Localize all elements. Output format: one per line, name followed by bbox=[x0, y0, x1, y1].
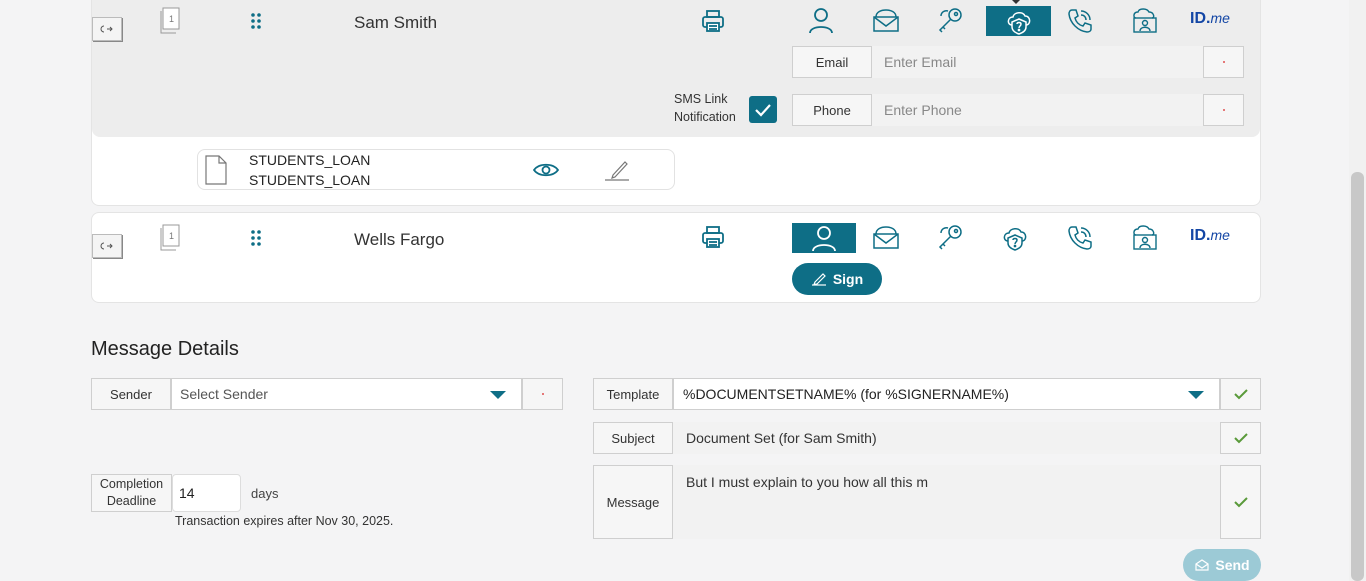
template-label: Template bbox=[593, 378, 673, 410]
phone-label: Phone bbox=[792, 94, 872, 126]
message-valid-indicator bbox=[1220, 465, 1261, 539]
days-label: days bbox=[251, 486, 279, 501]
scrollbar-thumb[interactable] bbox=[1351, 172, 1364, 581]
drag-handle-icon[interactable] bbox=[248, 228, 264, 248]
idme-me-text: me bbox=[1210, 227, 1230, 243]
sign-button[interactable]: Sign bbox=[792, 263, 882, 295]
completion-deadline-label: Completion Deadline bbox=[91, 474, 172, 512]
sender-select-value: Select Sender bbox=[180, 386, 268, 402]
subject-valid-indicator bbox=[1220, 422, 1261, 454]
send-button-label: Send bbox=[1215, 557, 1250, 573]
key-icon[interactable] bbox=[918, 5, 982, 35]
sender-required-indicator bbox=[522, 378, 563, 410]
checkmark-icon bbox=[755, 103, 771, 117]
check-icon bbox=[1233, 433, 1248, 444]
collapse-arrow-icon bbox=[100, 242, 113, 250]
check-icon bbox=[1233, 389, 1248, 400]
svg-text:1: 1 bbox=[169, 14, 174, 24]
email-label: Email bbox=[792, 46, 872, 78]
expires-text: Transaction expires after Nov 30, 2025. bbox=[175, 514, 394, 528]
sender-select[interactable]: Select Sender bbox=[171, 378, 522, 410]
key-icon[interactable] bbox=[918, 222, 982, 252]
eye-icon[interactable] bbox=[531, 158, 561, 182]
idme-icon[interactable]: ID.me bbox=[1190, 10, 1230, 28]
collapse-button[interactable] bbox=[92, 17, 122, 41]
pen-icon bbox=[811, 273, 826, 286]
person-icon[interactable] bbox=[792, 223, 856, 253]
subject-field[interactable]: Document Set (for Sam Smith) bbox=[673, 422, 1220, 454]
cloud-question-icon[interactable] bbox=[983, 222, 1047, 252]
phone-icon[interactable] bbox=[1048, 222, 1112, 252]
check-icon bbox=[1233, 497, 1248, 508]
template-select[interactable]: %DOCUMENTSETNAME% (for %SIGNERNAME%) bbox=[673, 378, 1220, 410]
completion-label-line1: Completion bbox=[99, 477, 164, 491]
sender-label: Sender bbox=[91, 378, 171, 410]
collapse-button-2[interactable] bbox=[92, 234, 122, 258]
idme-icon[interactable]: ID.me bbox=[1190, 227, 1230, 245]
sms-label-line1: SMS Link bbox=[674, 92, 728, 106]
print-icon[interactable] bbox=[699, 223, 727, 251]
document-name-line1: STUDENTS_LOAN bbox=[249, 152, 371, 168]
subject-label: Subject bbox=[593, 422, 673, 454]
send-button[interactable]: Send bbox=[1183, 549, 1261, 581]
document-icon bbox=[203, 155, 229, 185]
chevron-down-icon[interactable] bbox=[490, 391, 506, 399]
section-title: Message Details bbox=[91, 338, 239, 360]
page-count-icon: 1 bbox=[158, 7, 182, 35]
phone-icon[interactable] bbox=[1048, 5, 1112, 35]
page-count-icon: 1 bbox=[158, 224, 182, 252]
completion-label-line2: Deadline bbox=[106, 494, 157, 508]
send-icon bbox=[1195, 559, 1209, 571]
document-name-line2: STUDENTS_LOAN bbox=[249, 172, 371, 188]
idme-me-text: me bbox=[1210, 10, 1230, 26]
id-card-icon[interactable] bbox=[1113, 5, 1177, 35]
template-select-value: %DOCUMENTSETNAME% (for %SIGNERNAME%) bbox=[683, 386, 1009, 402]
signer-name: Sam Smith bbox=[354, 13, 438, 32]
id-card-icon[interactable] bbox=[1113, 222, 1177, 252]
signer-name: Wells Fargo bbox=[354, 230, 445, 249]
signature-pen-icon[interactable] bbox=[602, 157, 632, 183]
phone-required-indicator bbox=[1203, 94, 1244, 126]
cloud-question-icon[interactable] bbox=[986, 6, 1051, 36]
email-field[interactable]: Enter Email bbox=[872, 46, 1203, 78]
sign-button-label: Sign bbox=[832, 271, 864, 287]
print-icon[interactable] bbox=[699, 7, 727, 35]
email-required-indicator bbox=[1203, 46, 1244, 78]
envelope-icon[interactable] bbox=[854, 222, 918, 252]
message-label: Message bbox=[593, 465, 673, 539]
sms-label-line2: Notification bbox=[674, 110, 736, 124]
svg-text:1: 1 bbox=[169, 231, 174, 241]
chevron-down-icon[interactable] bbox=[1188, 391, 1204, 399]
idme-id-text: ID. bbox=[1190, 10, 1211, 27]
collapse-arrow-icon bbox=[100, 25, 113, 33]
idme-id-text: ID. bbox=[1190, 227, 1211, 244]
completion-deadline-input[interactable]: 14 bbox=[172, 474, 241, 512]
envelope-icon[interactable] bbox=[854, 5, 918, 35]
message-field[interactable]: But I must explain to you how all this m bbox=[673, 465, 1220, 539]
phone-field[interactable]: Enter Phone bbox=[872, 94, 1203, 126]
template-valid-indicator bbox=[1220, 378, 1261, 410]
sms-checkbox[interactable] bbox=[749, 96, 777, 123]
person-icon[interactable] bbox=[789, 5, 853, 35]
drag-handle-icon[interactable] bbox=[248, 11, 264, 31]
